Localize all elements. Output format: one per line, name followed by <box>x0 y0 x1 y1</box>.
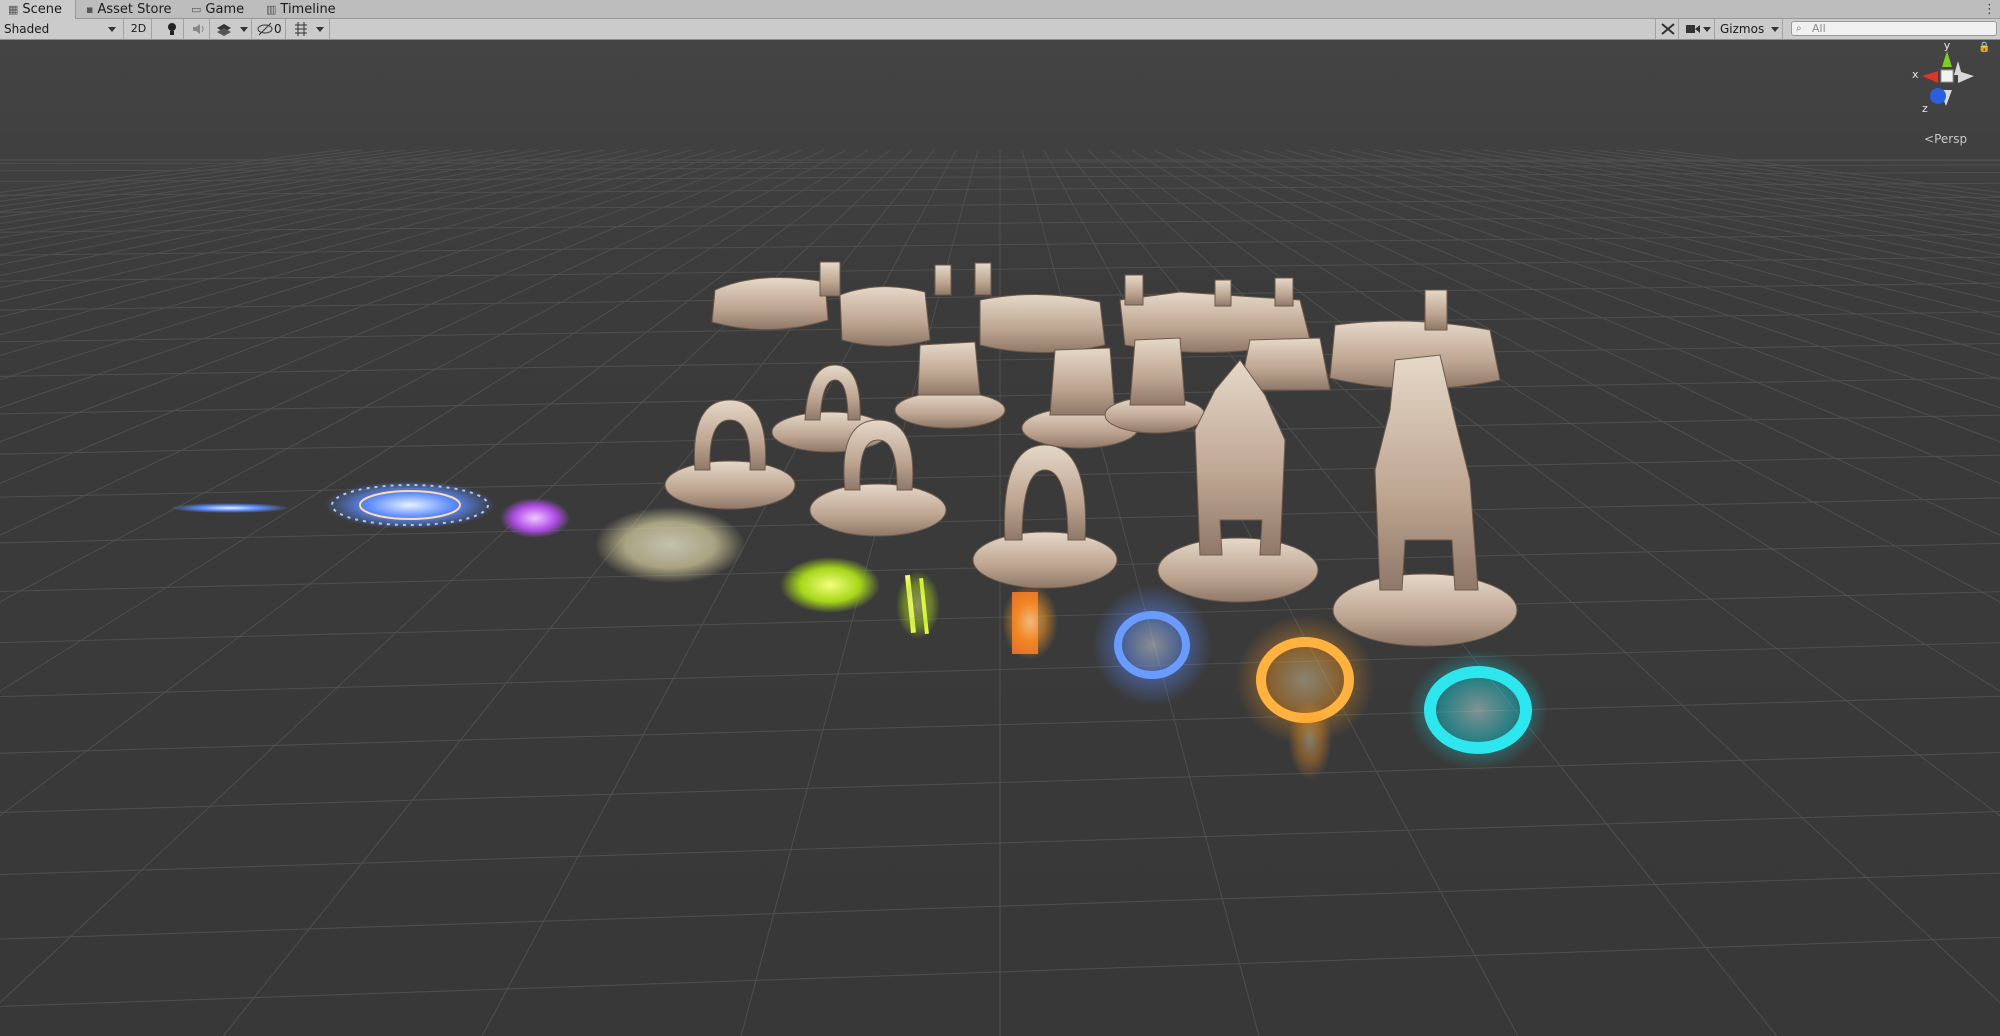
axis-y-label: y <box>1944 40 1951 52</box>
persp-icon: < <box>1924 132 1935 146</box>
stone-ring <box>839 286 931 347</box>
chevron-down-icon <box>1771 27 1779 32</box>
search-input[interactable]: ⌕ All <box>1791 21 1997 36</box>
stone-base <box>894 391 1006 429</box>
timeline-icon: ▥ <box>266 3 277 16</box>
chevron-down-icon <box>1703 27 1711 32</box>
scene-toolbar: Shaded 2D 0 Gizmos ⌕ All <box>0 19 2000 40</box>
lock-icon[interactable]: 🔒 <box>1978 42 1990 53</box>
gizmos-dropdown[interactable]: Gizmos <box>1717 19 1783 39</box>
hidden-objects-toggle[interactable]: 0 <box>254 19 286 39</box>
tab-asset-store-label: Asset Store <box>97 2 172 17</box>
tab-game[interactable]: ▭ Game <box>191 0 251 19</box>
draw-mode-dropdown[interactable]: Shaded <box>0 19 124 39</box>
chevron-down-icon <box>240 27 248 32</box>
blue-magic-circle <box>325 481 495 529</box>
axis-z-label: z <box>1922 102 1928 115</box>
speaker-icon <box>193 24 204 34</box>
blue-portal <box>1092 585 1212 705</box>
tab-scene[interactable]: ▦ Scene <box>0 0 76 19</box>
draw-mode-label: Shaded <box>4 22 50 36</box>
asset-store-bag-icon: ▪ <box>86 3 94 16</box>
lightbulb-icon <box>168 23 176 35</box>
stone-pillar <box>1424 289 1448 331</box>
search-placeholder: All <box>1812 22 1826 35</box>
scene-render <box>0 40 2000 1036</box>
camera-icon <box>1686 25 1700 33</box>
stone-pillar <box>1274 277 1294 307</box>
chevron-down-icon <box>316 27 324 32</box>
lighting-toggle-button[interactable] <box>160 19 184 39</box>
cyan-portal <box>1408 650 1548 770</box>
blue-spark-trail <box>170 503 290 513</box>
stone-base <box>664 460 796 510</box>
2d-toggle-label: 2D <box>130 22 147 35</box>
stone-base <box>1157 537 1319 603</box>
audio-toggle-button[interactable] <box>186 19 210 39</box>
tab-scene-label: Scene <box>22 2 63 17</box>
stone-base <box>809 483 947 537</box>
stone-tower <box>1049 347 1116 416</box>
projection-label: Persp <box>1934 132 1968 146</box>
tools-icon <box>1661 23 1675 35</box>
scene-viewport[interactable]: y x z 🔒 <Persp <box>0 40 2000 1036</box>
orange-fire-bars <box>1002 584 1058 660</box>
camera-dropdown[interactable] <box>1681 19 1715 39</box>
projection-toggle[interactable]: <Persp <box>1924 132 1967 146</box>
stone-pillar <box>1124 274 1144 306</box>
search-icon: ⌕ <box>1796 23 1802 34</box>
scene-grid-icon: ▦ <box>8 3 19 16</box>
2d-toggle-button[interactable]: 2D <box>126 19 152 39</box>
stone-base <box>972 531 1118 589</box>
hidden-count: 0 <box>274 22 282 36</box>
white-sparkles <box>595 507 745 583</box>
stone-ring <box>711 277 829 331</box>
chevron-down-icon <box>108 27 116 32</box>
tab-timeline[interactable]: ▥ Timeline <box>266 0 346 19</box>
stone-pillar <box>974 262 992 296</box>
stone-ring <box>979 294 1106 353</box>
tab-game-label: Game <box>205 2 245 17</box>
stone-tower <box>917 341 981 396</box>
stone-base <box>1332 573 1518 647</box>
stone-tower <box>1129 337 1186 406</box>
axis-x-label: x <box>1912 68 1919 81</box>
grid-dropdown[interactable] <box>288 19 330 39</box>
eye-hidden-icon <box>257 22 273 36</box>
grid-snap-icon <box>295 22 307 36</box>
stone-pillar <box>1214 279 1232 307</box>
effects-layers-icon <box>217 24 231 36</box>
effects-dropdown[interactable] <box>212 19 252 39</box>
gamepad-icon: ▭ <box>191 3 202 16</box>
green-smoke <box>780 557 880 613</box>
tab-asset-store[interactable]: ▪ Asset Store <box>86 0 178 19</box>
panel-menu-icon[interactable]: ⋮ <box>1983 0 1996 19</box>
yellow-light-bars <box>896 571 940 639</box>
gizmos-label: Gizmos <box>1720 22 1765 36</box>
tab-bar: ▦ Scene ▪ Asset Store ▭ Game ▥ Timeline ⋮ <box>0 0 2000 19</box>
purple-sparkles <box>500 498 570 538</box>
stone-pillar <box>819 261 841 297</box>
stone-pillar <box>934 264 952 296</box>
tools-button[interactable] <box>1655 19 1679 39</box>
tab-timeline-label: Timeline <box>280 2 336 17</box>
